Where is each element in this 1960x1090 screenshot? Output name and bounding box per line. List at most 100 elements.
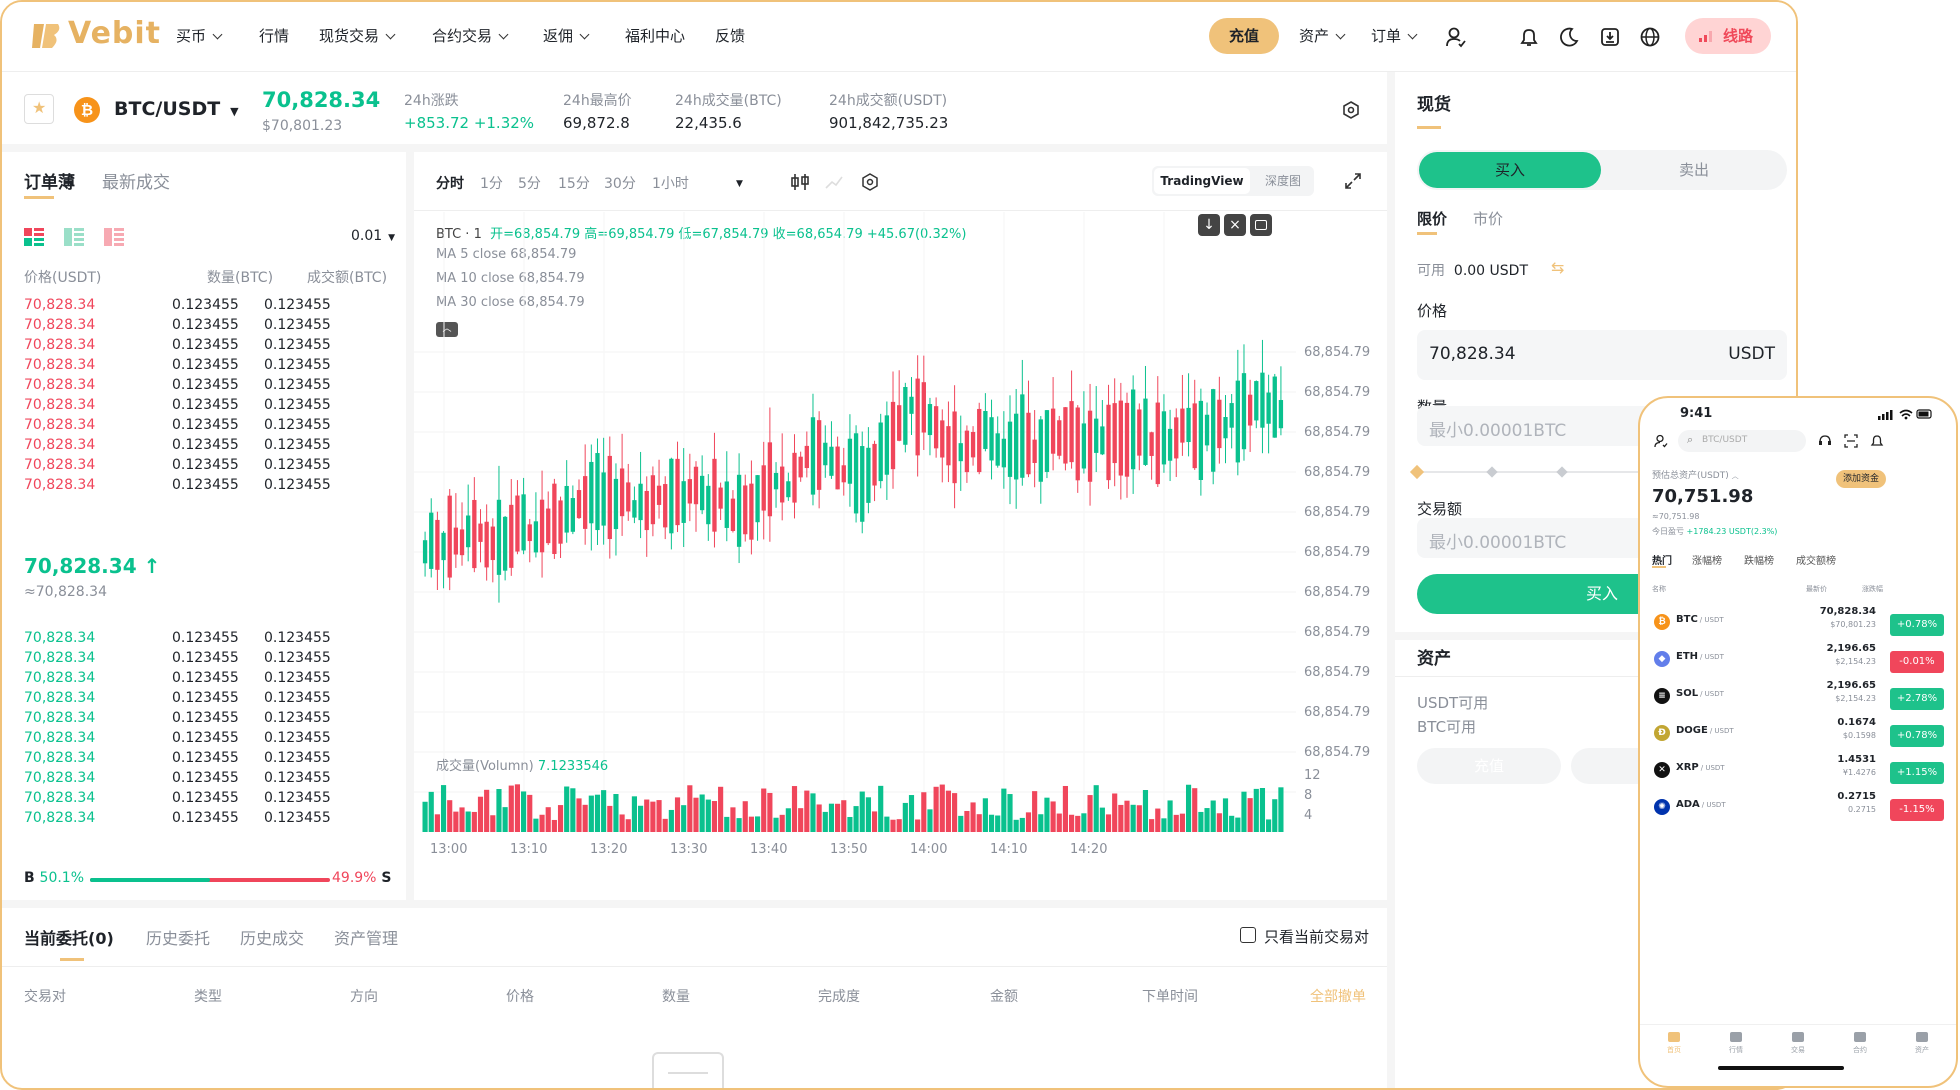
only-current-pair-checkbox[interactable] [1240,927,1256,943]
ask-row[interactable]: 70,828.34 0.123455 0.123455 [24,477,394,502]
network-line-button[interactable]: 线路 [1685,18,1771,54]
candle [441,532,446,561]
user-icon[interactable] [1445,26,1467,48]
interval-0[interactable]: 分时 [436,173,464,193]
search-input[interactable]: ⌕ BTC/USDT [1678,430,1806,452]
candle [638,483,643,521]
volume-bar [908,795,915,832]
scan-icon[interactable] [1844,434,1858,448]
candle [1038,419,1043,482]
cancel-all-button[interactable]: 全部撤单 [1310,986,1366,1006]
orders-tab-1[interactable]: 历史委托 [146,925,210,949]
candle [1050,408,1056,454]
mobile-tab-0[interactable]: 热门 [1652,552,1672,567]
support-headset-icon[interactable] [1818,434,1832,448]
candle [1155,402,1160,485]
interval-4[interactable]: 30分 [604,173,636,193]
indicator-icon[interactable] [824,172,844,192]
coin-quote: / USDT [1699,616,1724,624]
trading-pair-selector[interactable]: BTC/USDT ▼ [114,98,239,120]
interval-5[interactable]: 1小时 [652,173,689,193]
nav-assets[interactable]: 资产 [1299,25,1346,46]
orders-tab-0[interactable]: 当前委托(0) [24,925,114,949]
book-bids-only-icon[interactable] [64,228,84,246]
mobile-tab-1[interactable]: 涨幅榜 [1692,552,1722,567]
nav-futures-trading[interactable]: 合约交易 [432,25,509,46]
slider-step-25[interactable] [1486,466,1498,478]
sell-ratio-label: 49.9% S [332,870,392,886]
mobile-coin-row[interactable]: ✺ ADA / USDT 0.2715 0.2715 -1.15% [1654,791,1944,837]
fullscreen-expand-icon[interactable] [1344,172,1362,190]
volume-bar [1019,817,1025,832]
price-input[interactable]: 70,828.34 USDT [1417,330,1787,380]
nav-feedback[interactable]: 反馈 [715,25,745,46]
user-icon[interactable] [1654,434,1668,448]
chart-settings-icon[interactable] [860,172,880,192]
add-funds-button[interactable]: 添加资金 [1836,470,1886,488]
assets-deposit-button[interactable]: 充值 [1417,748,1561,784]
book-asks-only-icon[interactable] [104,228,124,246]
tab-tradingview[interactable]: TradingView [1154,168,1250,194]
mobile-tab-2[interactable]: 跌幅榜 [1744,552,1774,567]
nav-spot-trading[interactable]: 现货交易 [319,25,396,46]
transfer-icon[interactable]: ⇆ [1551,258,1564,277]
ask-price: 70,828.34 [24,337,96,353]
mobile-nav-3[interactable]: 合约 [1832,1032,1888,1055]
nav-markets[interactable]: 行情 [259,25,289,46]
mobile-tab-3[interactable]: 成交额榜 [1796,552,1836,567]
orders-tab-2[interactable]: 历史成交 [240,925,304,949]
divider [414,210,1387,211]
sell-tab[interactable]: 卖出 [1603,152,1785,188]
deposit-button[interactable]: 充值 [1209,18,1279,54]
time-tick-label: 14:00 [910,842,948,857]
candle-type-icon[interactable] [790,172,810,192]
slider-step-50[interactable] [1556,466,1568,478]
tab-latest-trades[interactable]: 最新成交 [102,168,170,193]
slider-handle[interactable] [1409,464,1425,480]
bid-total: 0.123455 [264,790,331,806]
mobile-nav-1[interactable]: 行情 [1708,1032,1764,1055]
buy-tab[interactable]: 买入 [1419,152,1601,188]
coin-symbol: ADA [1676,799,1700,810]
book-both-sides-icon[interactable] [24,228,44,246]
interval-2[interactable]: 5分 [518,173,541,193]
precision-selector[interactable]: 0.01 ▼ [351,228,395,244]
dark-mode-icon[interactable] [1558,26,1580,48]
candle [1272,376,1277,438]
interval-1[interactable]: 1分 [480,173,503,193]
orders-tab-3[interactable]: 资产管理 [334,925,398,949]
candle [909,396,914,414]
logo-text[interactable]: Vebit [68,16,161,51]
coin-symbol: XRP [1676,762,1699,773]
interval-3[interactable]: 15分 [558,173,590,193]
settings-hexagon-icon[interactable] [1341,100,1361,120]
tab-order-book[interactable]: 订单薄 [24,168,75,193]
tab-depth-chart[interactable]: 深度图 [1256,168,1310,194]
mobile-nav-4[interactable]: 资产 [1894,1032,1950,1055]
nav-rewards-center[interactable]: 福利中心 [625,25,685,46]
favorite-star-button[interactable]: ★ [24,94,54,124]
bid-amount: 0.123455 [172,690,239,706]
bid-amount: 0.123455 [172,670,239,686]
time-tick-label: 14:20 [1070,842,1108,857]
market-order-tab[interactable]: 市价 [1473,208,1503,229]
mobile-nav-0[interactable]: 首页 [1646,1032,1702,1055]
nav-orders[interactable]: 订单 [1371,25,1418,46]
bell-icon[interactable] [1870,434,1884,448]
bid-row[interactable]: 70,828.34 0.123455 0.123455 [24,810,394,835]
limit-order-tab[interactable]: 限价 [1417,208,1447,229]
download-app-icon[interactable] [1599,26,1621,48]
chart-panel: 分时 1分 5分 15分 30分 1小时 ▼ TradingView 深度图 BTC · … [414,152,1387,900]
interval-dropdown-caret[interactable]: ▼ [736,179,743,189]
bell-icon[interactable] [1518,26,1540,48]
nav-rebate[interactable]: 返佣 [543,25,590,46]
candle [429,512,434,569]
language-globe-icon[interactable] [1639,26,1661,48]
candle [853,433,859,514]
nav-buy-crypto[interactable]: 买币 [176,25,223,46]
ask-amount: 0.123455 [172,477,239,493]
bid-amount: 0.123455 [172,810,239,826]
mobile-nav-2[interactable]: 交易 [1770,1032,1826,1055]
candlestick-chart[interactable] [414,212,1296,902]
ask-price: 70,828.34 [24,317,96,333]
